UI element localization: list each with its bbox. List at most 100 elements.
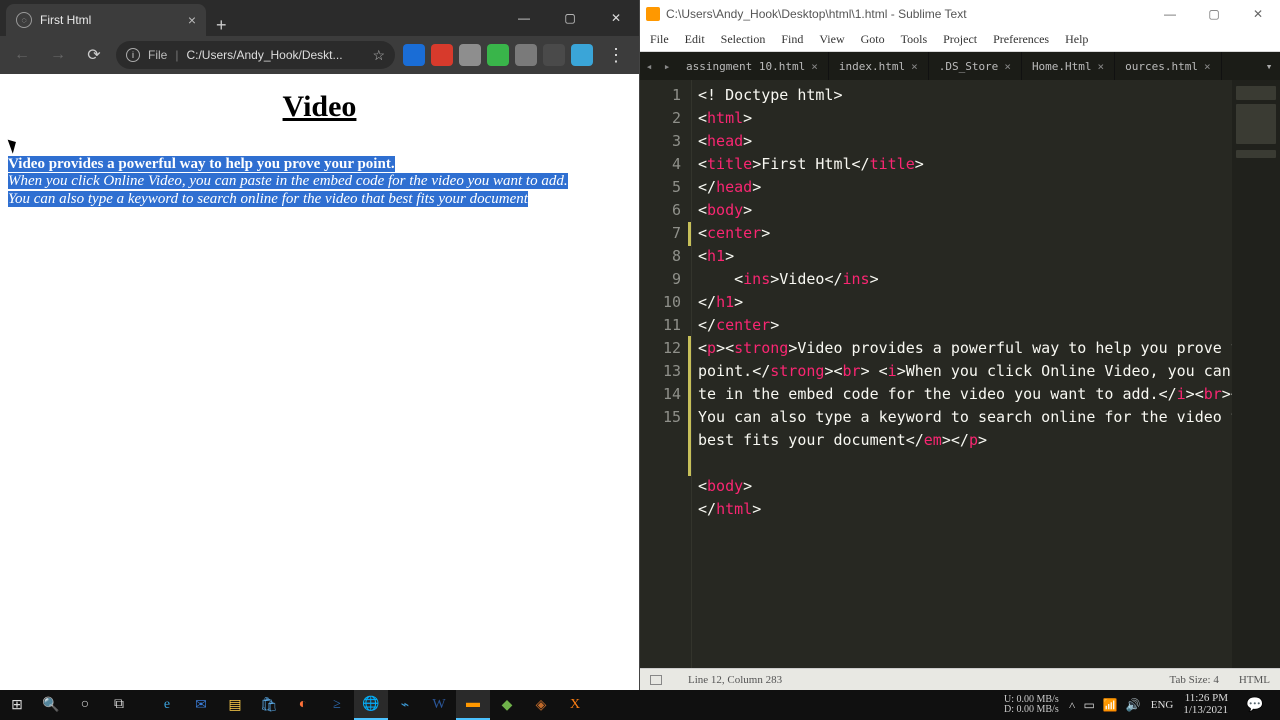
tab-title: First Html — [40, 13, 91, 27]
bookmark-star-icon[interactable]: ☆ — [372, 47, 385, 64]
status-tabsize[interactable]: Tab Size: 4 — [1170, 674, 1219, 686]
code-line: <body> — [698, 475, 1274, 498]
extension-icon[interactable] — [431, 44, 453, 66]
minimize-button[interactable]: — — [1148, 0, 1192, 28]
cortana-button[interactable]: ○ — [68, 690, 102, 720]
battery-icon[interactable]: ▭ — [1084, 698, 1095, 713]
tab-close-icon[interactable]: × — [1204, 60, 1211, 73]
taskbar-clock[interactable]: 11:26 PM 1/13/2021 — [1183, 693, 1228, 716]
code-line: <p><strong>Video provides a powerful way… — [698, 337, 1274, 452]
menu-item-preferences[interactable]: Preferences — [993, 32, 1049, 47]
menu-item-file[interactable]: File — [650, 32, 669, 47]
taskbar-app-word[interactable]: W — [422, 690, 456, 720]
task-view-button[interactable]: ⧉ — [102, 690, 136, 720]
sublime-window: C:\Users\Andy_Hook\Desktop\html\1.html -… — [640, 0, 1280, 690]
taskbar-app-firefox[interactable]: ◐ — [286, 690, 320, 720]
code-line: </center> — [698, 314, 1274, 337]
editor-tab[interactable]: assingment 10.html× — [676, 52, 829, 80]
extension-icon[interactable] — [487, 44, 509, 66]
close-button[interactable]: ✕ — [1236, 0, 1280, 28]
taskbar-app-generic2[interactable]: ◈ — [524, 690, 558, 720]
url-scheme-label: File — [148, 48, 167, 62]
code-line: <h1> — [698, 245, 1274, 268]
browser-tab[interactable]: ◌ First Html × — [6, 4, 206, 36]
reload-button[interactable]: ⟳ — [80, 41, 108, 69]
new-tab-button[interactable]: + — [206, 15, 237, 36]
sublime-statusbar: Line 12, Column 283 Tab Size: 4 HTML — [640, 668, 1280, 690]
code-line: <html> — [698, 107, 1274, 130]
tab-close-icon[interactable]: × — [811, 60, 818, 73]
volume-icon[interactable]: 🔊 — [1126, 698, 1141, 713]
minimize-button[interactable]: — — [501, 3, 547, 33]
extension-icon[interactable] — [459, 44, 481, 66]
menu-item-view[interactable]: View — [819, 32, 844, 47]
tab-close-icon[interactable]: × — [1098, 60, 1105, 73]
windows-taskbar: ⊞ 🔍 ○ ⧉ e ✉ ▤ 🛍 ◐ ≥ 🌐 ⌁ W ▬ ◆ ◈ X U: 0.0… — [0, 690, 1280, 720]
editor-tab[interactable]: index.html× — [829, 52, 929, 80]
system-tray[interactable]: ˄ ▭ 📶 🔊 — [1069, 698, 1141, 713]
taskbar-app-mail[interactable]: ✉ — [184, 690, 218, 720]
editor-tab[interactable]: ources.html× — [1115, 52, 1221, 80]
tab-close-icon[interactable]: × — [911, 60, 918, 73]
wifi-icon[interactable]: 📶 — [1103, 698, 1118, 713]
language-indicator[interactable]: ENG — [1151, 699, 1174, 711]
window-controls: — ▢ ✕ — [501, 3, 639, 33]
line-gutter: 123456789101112131415 — [640, 80, 692, 668]
taskbar-app-edge[interactable]: e — [150, 690, 184, 720]
notifications-button[interactable]: 💬 — [1238, 690, 1272, 720]
extension-icon[interactable] — [403, 44, 425, 66]
editor-tab[interactable]: .DS_Store× — [929, 52, 1022, 80]
menu-item-goto[interactable]: Goto — [861, 32, 885, 47]
code-area[interactable]: <! Doctype html><html><head><title>First… — [692, 80, 1280, 668]
line-number: 11 — [640, 314, 681, 337]
maximize-button[interactable]: ▢ — [1192, 0, 1236, 28]
close-button[interactable]: ✕ — [593, 3, 639, 33]
tab-close-icon[interactable]: × — [188, 12, 196, 28]
menu-item-help[interactable]: Help — [1065, 32, 1088, 47]
minimap[interactable] — [1232, 80, 1280, 668]
extension-icons — [403, 44, 593, 66]
code-line: <! Doctype html> — [698, 84, 1274, 107]
code-line: <center> — [698, 222, 1274, 245]
address-bar[interactable]: i File | C:/Users/Andy_Hook/Deskt... ☆ — [116, 41, 395, 69]
menu-item-selection[interactable]: Selection — [721, 32, 766, 47]
chrome-menu-button[interactable]: ⋮ — [601, 45, 631, 66]
panel-icon[interactable] — [650, 675, 662, 685]
taskbar-app-chrome[interactable]: 🌐 — [354, 690, 388, 720]
menu-item-edit[interactable]: Edit — [685, 32, 705, 47]
menu-item-project[interactable]: Project — [943, 32, 977, 47]
status-language[interactable]: HTML — [1239, 674, 1270, 686]
sublime-icon — [646, 7, 660, 21]
taskbar-app-explorer[interactable]: ▤ — [218, 690, 252, 720]
line-number: 8 — [640, 245, 681, 268]
extension-icon[interactable] — [571, 44, 593, 66]
maximize-button[interactable]: ▢ — [547, 3, 593, 33]
taskbar-app-xampp[interactable]: X — [558, 690, 592, 720]
code-line — [698, 452, 1274, 475]
tab-scroll-left[interactable]: ◂ — [640, 52, 658, 80]
back-button[interactable]: ← — [8, 41, 36, 69]
menu-item-tools[interactable]: Tools — [901, 32, 928, 47]
taskbar-app-generic1[interactable]: ◆ — [490, 690, 524, 720]
line-number: 3 — [640, 130, 681, 153]
tab-scroll-right[interactable]: ▸ — [658, 52, 676, 80]
code-line: <body> — [698, 199, 1274, 222]
editor-tab[interactable]: Home.Html× — [1022, 52, 1115, 80]
sublime-titlebar: C:\Users\Andy_Hook\Desktop\html\1.html -… — [640, 0, 1280, 28]
tab-overflow-button[interactable]: ▾ — [1258, 52, 1280, 80]
line-number: 13 — [640, 360, 681, 383]
taskbar-app-sublime[interactable]: ▬ — [456, 690, 490, 720]
taskbar-app-vscode[interactable]: ⌁ — [388, 690, 422, 720]
taskbar-app-store[interactable]: 🛍 — [252, 690, 286, 720]
tab-close-icon[interactable]: × — [1004, 60, 1011, 73]
extension-icon[interactable] — [515, 44, 537, 66]
page-paragraph[interactable]: Video provides a powerful way to help yo… — [8, 156, 631, 208]
taskbar-app-powershell[interactable]: ≥ — [320, 690, 354, 720]
menu-item-find[interactable]: Find — [781, 32, 803, 47]
search-button[interactable]: 🔍 — [34, 690, 68, 720]
info-icon: i — [126, 48, 140, 62]
tray-chevron-icon[interactable]: ˄ — [1069, 698, 1076, 713]
forward-button[interactable]: → — [44, 41, 72, 69]
start-button[interactable]: ⊞ — [0, 690, 34, 720]
extension-icon[interactable] — [543, 44, 565, 66]
